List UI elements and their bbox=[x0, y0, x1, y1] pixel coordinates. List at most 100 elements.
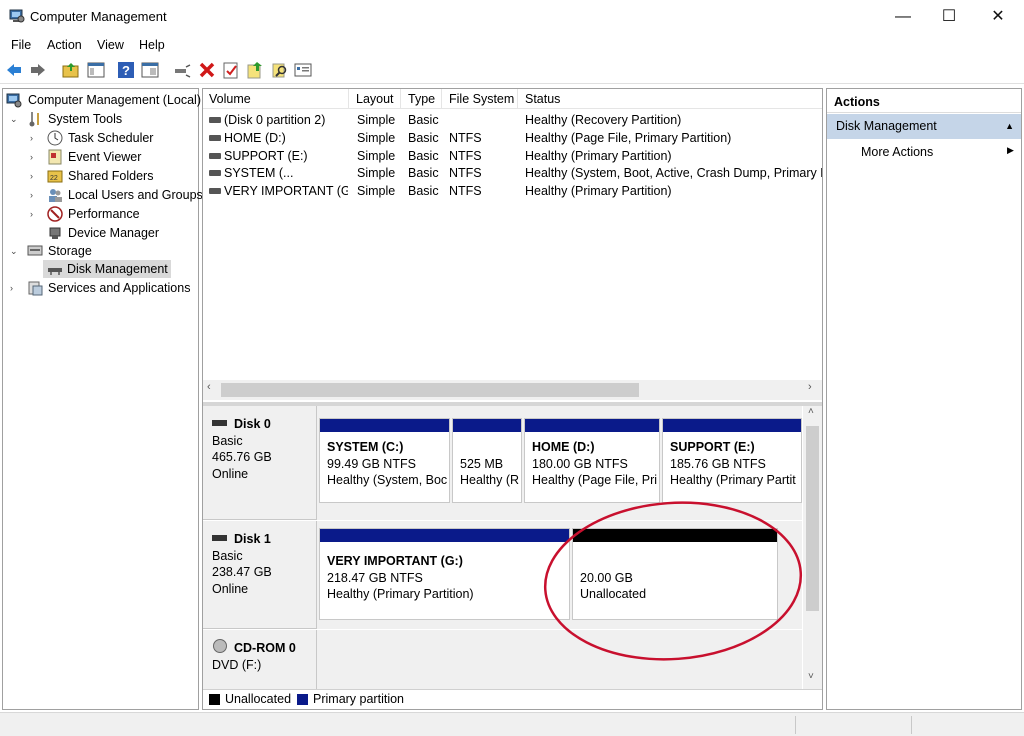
partition-home-d[interactable]: HOME (D:) 180.00 GB NTFS Healthy (Page Fil… bbox=[524, 418, 660, 503]
console-tree: Computer Management (Local) ⌄ System Too… bbox=[2, 88, 203, 710]
column-header-status[interactable]: Status bbox=[519, 89, 822, 109]
cdrom-0-area bbox=[317, 630, 802, 689]
shared-folder-icon: 22 bbox=[47, 170, 63, 183]
disk-type: Basic bbox=[212, 433, 243, 448]
disk-0-label[interactable]: Disk 0 Basic 465.76 GB Online bbox=[203, 406, 317, 520]
minimize-button[interactable]: — bbox=[880, 0, 926, 34]
legend: Unallocated Primary partition bbox=[203, 689, 822, 709]
partition-recovery[interactable]: 525 MB Healthy (R bbox=[452, 418, 522, 503]
event-log-icon bbox=[48, 149, 62, 165]
chevron-right-icon[interactable]: › bbox=[30, 129, 33, 147]
disk-state: Online bbox=[212, 581, 249, 596]
column-header-file-system[interactable]: File System bbox=[443, 89, 518, 109]
chevron-right-icon[interactable]: › bbox=[30, 205, 33, 223]
column-header-volume[interactable]: Volume bbox=[203, 89, 349, 109]
volume-row[interactable]: SYSTEM (... Simple Basic NTFS Healthy (S… bbox=[203, 164, 822, 182]
device-manager-icon bbox=[49, 227, 61, 239]
actions-section-disk-management[interactable]: Disk Management ▲ bbox=[827, 114, 1021, 139]
menu-help[interactable]: Help bbox=[139, 38, 165, 52]
partition-name: SUPPORT (E:) bbox=[670, 440, 755, 454]
check-icon[interactable] bbox=[222, 61, 240, 79]
menu-action[interactable]: Action bbox=[47, 38, 82, 52]
cell-status: Healthy (Recovery Partition) bbox=[525, 113, 682, 127]
disk-name: Disk 0 bbox=[234, 417, 271, 431]
scroll-left-icon[interactable]: ‹ bbox=[207, 381, 211, 393]
cell-volume: (Disk 0 partition 2) bbox=[224, 113, 326, 127]
partition-status: Healthy (Primary Partit bbox=[670, 473, 796, 487]
disk-management-pane: Volume Layout Type File System Status (D… bbox=[202, 88, 823, 710]
column-header-layout[interactable]: Layout bbox=[350, 89, 401, 109]
cell-layout: Simple bbox=[357, 113, 396, 127]
column-header-type[interactable]: Type bbox=[402, 89, 442, 109]
scroll-down-icon[interactable]: ˅ bbox=[808, 671, 814, 682]
svg-text:?: ? bbox=[122, 63, 130, 78]
volume-row[interactable]: SUPPORT (E:) Simple Basic NTFS Healthy (… bbox=[203, 147, 822, 165]
scroll-right-icon[interactable]: › bbox=[808, 381, 812, 393]
chevron-down-icon[interactable]: ⌄ bbox=[10, 242, 18, 260]
export-icon[interactable] bbox=[246, 61, 264, 79]
tree-item-label: Event Viewer bbox=[68, 150, 142, 164]
cell-type: Basic bbox=[408, 131, 439, 145]
svg-text:22: 22 bbox=[50, 175, 58, 182]
maximize-button[interactable]: ☐ bbox=[926, 0, 972, 34]
cdrom-0-label[interactable]: CD-ROM 0 DVD (F:) bbox=[203, 630, 317, 689]
delete-icon[interactable] bbox=[198, 61, 216, 79]
search-icon[interactable] bbox=[271, 61, 289, 79]
hard-disk-icon bbox=[212, 535, 227, 541]
tree-item-label: Performance bbox=[68, 207, 140, 221]
close-button[interactable]: ✕ bbox=[975, 0, 1021, 34]
disk-0-partitions: SYSTEM (C:) 99.49 GB NTFS Healthy (System,… bbox=[317, 406, 802, 520]
help-icon[interactable]: ? bbox=[117, 61, 135, 79]
cell-layout: Simple bbox=[357, 184, 396, 198]
volume-icon bbox=[209, 170, 221, 176]
tree-item-label: Computer Management (Local) bbox=[28, 93, 201, 107]
chevron-right-icon[interactable]: › bbox=[30, 167, 33, 185]
tree-item-disk-management[interactable]: Disk Management bbox=[43, 260, 171, 278]
partition-size: 20.00 GB bbox=[580, 570, 633, 585]
volume-row[interactable]: VERY IMPORTANT (G:) Simple Basic NTFS He… bbox=[203, 182, 822, 200]
cell-status: Healthy (Primary Partition) bbox=[525, 184, 672, 198]
volume-row[interactable]: HOME (D:) Simple Basic NTFS Healthy (Pag… bbox=[203, 129, 822, 147]
cell-layout: Simple bbox=[357, 131, 396, 145]
partition-name: VERY IMPORTANT (G:) bbox=[327, 554, 463, 568]
window-title: Computer Management bbox=[30, 9, 167, 24]
show-hide-console-tree-icon[interactable] bbox=[87, 61, 105, 79]
menu-file[interactable]: File bbox=[11, 38, 31, 52]
scroll-up-icon[interactable]: ˄ bbox=[808, 406, 814, 417]
partition-system-c[interactable]: SYSTEM (C:) 99.49 GB NTFS Healthy (System,… bbox=[319, 418, 450, 503]
partition-size: 218.47 GB NTFS bbox=[327, 570, 423, 585]
chevron-right-icon[interactable]: › bbox=[30, 148, 33, 166]
partition-unallocated[interactable]: 20.00 GB Unallocated bbox=[572, 528, 778, 620]
forward-arrow-icon[interactable] bbox=[29, 61, 47, 79]
menu-view[interactable]: View bbox=[97, 38, 124, 52]
connect-icon[interactable] bbox=[173, 61, 191, 79]
chevron-right-icon[interactable]: › bbox=[10, 279, 13, 297]
scrollbar-thumb[interactable] bbox=[221, 383, 639, 397]
cell-volume: SYSTEM (... bbox=[224, 166, 294, 180]
unallocated-bar bbox=[573, 529, 777, 542]
volume-row[interactable]: (Disk 0 partition 2) Simple Basic Health… bbox=[203, 111, 822, 129]
partition-very-important-g[interactable]: VERY IMPORTANT (G:) 218.47 GB NTFS Healthy… bbox=[319, 528, 570, 620]
collapse-up-icon[interactable]: ▲ bbox=[1005, 114, 1014, 139]
up-folder-icon[interactable] bbox=[62, 61, 80, 79]
disk-type: Basic bbox=[212, 548, 243, 563]
more-actions[interactable]: More Actions bbox=[861, 145, 933, 159]
partition-status: Unallocated bbox=[580, 587, 647, 601]
performance-icon bbox=[47, 206, 63, 222]
chevron-down-icon[interactable]: ⌄ bbox=[10, 110, 18, 128]
partition-name: HOME (D:) bbox=[532, 440, 595, 454]
chevron-right-icon[interactable]: › bbox=[30, 186, 33, 204]
disk-1-label[interactable]: Disk 1 Basic 238.47 GB Online bbox=[203, 521, 317, 629]
actions-header: Actions bbox=[827, 89, 1021, 113]
console-icon[interactable] bbox=[294, 61, 312, 79]
properties-icon[interactable] bbox=[141, 61, 159, 79]
partition-support-e[interactable]: SUPPORT (E:) 185.76 GB NTFS Healthy (Prima… bbox=[662, 418, 802, 503]
scrollbar-thumb[interactable] bbox=[806, 426, 819, 611]
vertical-scrollbar[interactable]: ˄ ˅ bbox=[803, 406, 822, 689]
cell-layout: Simple bbox=[357, 149, 396, 163]
back-arrow-icon[interactable] bbox=[5, 61, 23, 79]
horizontal-scrollbar[interactable]: ‹ › bbox=[203, 380, 822, 400]
dvd-drive-icon bbox=[213, 639, 227, 653]
disk-state: Online bbox=[212, 466, 249, 481]
partition-status: Healthy (Page File, Pri bbox=[532, 473, 657, 487]
